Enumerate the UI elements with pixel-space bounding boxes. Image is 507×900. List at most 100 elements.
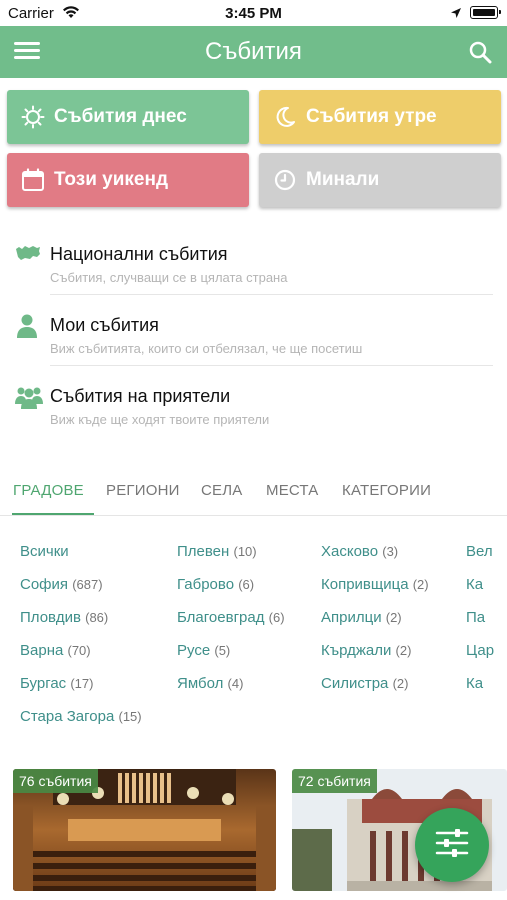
filter-button[interactable] [415, 808, 489, 882]
location-tabs: ГРАДОВЕ РЕГИОНИ СЕЛА МЕСТА КАТЕГОРИИ [0, 470, 507, 516]
city-name: Кърджали [321, 642, 392, 659]
city-count: (86) [85, 610, 109, 625]
city-name: Бургас [20, 675, 67, 692]
events-tomorrow-button[interactable]: Събития утре [259, 90, 501, 144]
active-tab-indicator [12, 513, 94, 515]
list-item-friends-events[interactable]: Събития на приятели Виж къде ще ходят тв… [0, 366, 507, 437]
tab-categories[interactable]: КАТЕГОРИИ [342, 482, 431, 499]
tab-regions[interactable]: РЕГИОНИ [106, 482, 180, 499]
city-count: (5) [214, 643, 231, 658]
city-name: София [20, 576, 69, 593]
events-today-label: Събития днес [54, 106, 187, 127]
city-name: Благоевград [177, 609, 265, 626]
list-item-subtitle: Виж събитията, които си отбелязал, че ще… [50, 341, 363, 356]
city-link[interactable]: Всички [20, 543, 69, 560]
list-item-subtitle: Събития, случващи се в цялата страна [50, 270, 288, 285]
tab-places[interactable]: МЕСТА [266, 482, 319, 499]
city-count: (4) [227, 676, 244, 691]
city-name: Ка [466, 675, 484, 692]
list-item-title: Мои събития [50, 315, 159, 335]
city-link[interactable]: Варна (70) [20, 642, 91, 659]
city-count: (2) [395, 643, 412, 658]
search-icon[interactable] [468, 40, 494, 66]
city-name: Копривщица [321, 576, 409, 593]
city-link[interactable]: Копривщица (2) [321, 576, 429, 593]
city-count: (70) [67, 643, 91, 658]
tab-villages[interactable]: СЕЛА [201, 482, 243, 499]
page-title: Събития [205, 38, 302, 65]
city-name: Габрово [177, 576, 235, 593]
city-link[interactable]: Априлци (2) [321, 609, 402, 626]
city-count: (17) [70, 676, 94, 691]
events-today-button[interactable]: Събития днес [7, 90, 249, 144]
city-link[interactable]: Ка [466, 576, 483, 593]
city-link[interactable]: София (687) [20, 576, 103, 593]
battery-icon [470, 6, 501, 19]
city-count: (3) [382, 544, 399, 559]
this-weekend-label: Този уикенд [54, 169, 169, 190]
city-count: (10) [233, 544, 257, 559]
city-count: (687) [72, 577, 103, 592]
list-item-title: Национални събития [50, 244, 228, 264]
city-link[interactable]: Кърджали (2) [321, 642, 411, 659]
sun-icon [20, 104, 46, 130]
city-name: Хасково [321, 543, 379, 560]
city-name: Априлци [321, 609, 382, 626]
city-link[interactable]: Стара Загора (15) [20, 708, 142, 725]
city-name: Вел [466, 543, 493, 560]
city-name: Цар [466, 642, 495, 659]
city-link[interactable]: Цар [466, 642, 494, 659]
city-link[interactable]: Русе (5) [177, 642, 230, 659]
city-name: Русе [177, 642, 211, 659]
city-link[interactable]: Бургас (17) [20, 675, 93, 692]
past-events-button[interactable]: Минали [259, 153, 501, 207]
list-item-subtitle: Виж къде ще ходят твоите приятели [50, 412, 270, 427]
event-count-badge: 76 събития [13, 769, 98, 793]
bulgaria-map-icon [15, 242, 41, 268]
event-count-badge: 72 събития [292, 769, 377, 793]
clock-icon [272, 167, 298, 193]
city-name: Силистра [321, 675, 389, 692]
list-item-national-events[interactable]: Национални събития Събития, случващи се … [0, 224, 507, 295]
list-item-my-events[interactable]: Мои събития Виж събитията, които си отбе… [0, 295, 507, 366]
friends-icon [15, 384, 43, 410]
past-events-label: Минали [306, 169, 380, 190]
clock: 3:45 PM [225, 5, 282, 22]
city-name: Стара Загора [20, 708, 115, 725]
city-link[interactable]: Плевен (10) [177, 543, 257, 560]
city-name: Па [466, 609, 486, 626]
city-count: (6) [238, 577, 255, 592]
app-bar: Събития [0, 26, 507, 78]
city-count: (2) [392, 676, 409, 691]
this-weekend-button[interactable]: Този уикенд [7, 153, 249, 207]
city-link[interactable]: Ямбол (4) [177, 675, 243, 692]
city-link[interactable]: Ка [466, 675, 483, 692]
city-link[interactable]: Хасково (3) [321, 543, 398, 560]
moon-icon [272, 104, 298, 130]
city-card[interactable]: 76 събития [13, 769, 276, 891]
city-name: Ямбол [177, 675, 224, 692]
user-icon [15, 313, 41, 339]
city-count: (6) [268, 610, 285, 625]
location-arrow-icon [450, 6, 462, 24]
city-name: Пловдив [20, 609, 81, 626]
city-grid: Всички София (687) Пловдив (86) Варна (7… [0, 534, 507, 734]
city-link[interactable]: Благоевград (6) [177, 609, 285, 626]
city-count: (15) [118, 709, 142, 724]
events-tomorrow-label: Събития утре [306, 106, 437, 127]
city-name: Всички [20, 543, 69, 560]
city-link[interactable]: Габрово (6) [177, 576, 254, 593]
city-name: Варна [20, 642, 64, 659]
city-link[interactable]: Пловдив (86) [20, 609, 108, 626]
city-name: Ка [466, 576, 484, 593]
status-bar: Carrier 3:45 PM [0, 0, 507, 26]
city-link[interactable]: Па [466, 609, 485, 626]
event-category-list: Национални събития Събития, случващи се … [0, 224, 507, 437]
tab-cities[interactable]: ГРАДОВЕ [13, 482, 84, 499]
city-link[interactable]: Силистра (2) [321, 675, 408, 692]
sliders-icon [435, 828, 469, 863]
calendar-icon [20, 167, 46, 193]
city-name: Плевен [177, 543, 230, 560]
city-link[interactable]: Вел [466, 543, 493, 560]
city-count: (2) [385, 610, 402, 625]
